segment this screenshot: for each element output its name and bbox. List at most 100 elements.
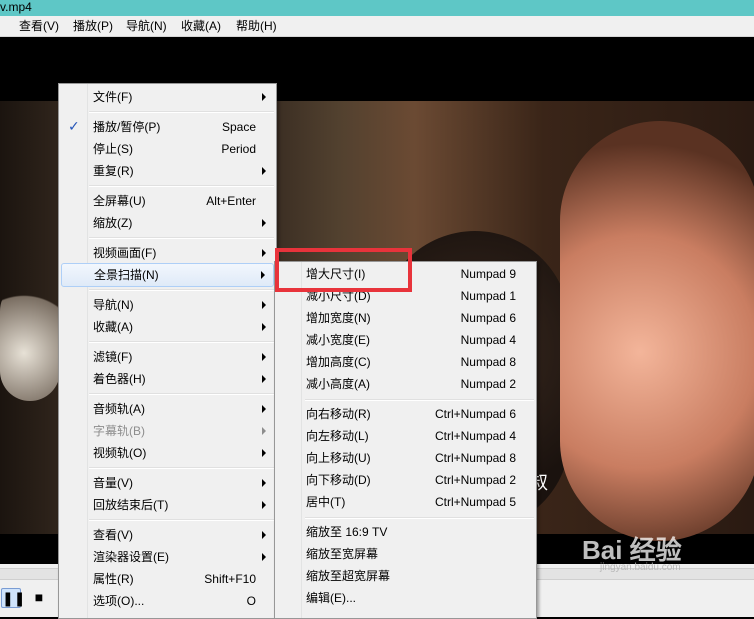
menu-item-move-left[interactable]: 向左移动(L) Ctrl+Numpad 4 [277, 425, 534, 447]
menu-separator [89, 237, 274, 239]
menu-item-move-up[interactable]: 向上移动(U) Ctrl+Numpad 8 [277, 447, 534, 469]
menu-item-shortcut: O [246, 594, 256, 608]
menu-separator [89, 393, 274, 395]
menu-item-options[interactable]: 选项(O)... O [61, 590, 274, 612]
submenu-arrow-icon [262, 249, 266, 257]
menu-item-label: 向上移动(U) [306, 451, 371, 465]
submenu-arrow-icon [262, 375, 266, 383]
menu-item-file[interactable]: 文件(F) [61, 86, 274, 108]
submenu-arrow-icon [262, 449, 266, 457]
menu-item-increase-height[interactable]: 增加高度(C) Numpad 8 [277, 351, 534, 373]
menu-item-label: 文件(F) [93, 90, 133, 104]
menu-item-label: 属性(R) [93, 572, 134, 586]
menu-item-fullscreen[interactable]: 全屏幕(U) Alt+Enter [61, 190, 274, 212]
menu-item-label: 缩放(Z) [93, 216, 133, 230]
menu-item-shortcut: Numpad 6 [460, 311, 516, 325]
menu-item-renderer-settings[interactable]: 渲染器设置(E) [61, 546, 274, 568]
menu-item-label: 视频画面(F) [93, 246, 157, 260]
menu-item-shortcut: Ctrl+Numpad 2 [434, 473, 516, 487]
menu-item-shaders[interactable]: 着色器(H) [61, 368, 274, 390]
menu-item-shortcut: Shift+F10 [204, 572, 256, 586]
menu-item-label: 增加宽度(N) [306, 311, 371, 325]
context-menu: 文件(F) ✓ 播放/暂停(P) Space 停止(S) Period 重复(R… [58, 83, 277, 619]
menu-item-label: 回放结束后(T) [93, 498, 169, 512]
menu-item-video-track[interactable]: 视频轨(O) [61, 442, 274, 464]
menu-item-repeat[interactable]: 重复(R) [61, 160, 274, 182]
menu-item-label: 选项(O)... [93, 594, 145, 608]
menu-item-shortcut: Ctrl+Numpad 6 [434, 407, 516, 421]
pan-scan-submenu: 增大尺寸(I) Numpad 9 减小尺寸(D) Numpad 1 增加宽度(N… [274, 261, 537, 619]
menu-item-filters[interactable]: 滤镜(F) [61, 346, 274, 368]
menu-navigate[interactable]: 导航(N) [126, 18, 167, 34]
menu-item-label: 缩放至超宽屏幕 [306, 569, 391, 583]
menu-item-view[interactable]: 查看(V) [61, 524, 274, 546]
menu-item-favorites[interactable]: 收藏(A) [61, 316, 274, 338]
menu-item-label: 全景扫描(N) [94, 268, 159, 282]
submenu-arrow-icon [262, 323, 266, 331]
menu-item-label: 滤镜(F) [93, 350, 133, 364]
menu-item-center[interactable]: 居中(T) Ctrl+Numpad 5 [277, 491, 534, 513]
menu-item-label: 重复(R) [93, 164, 134, 178]
menu-item-label: 减小宽度(E) [306, 333, 370, 347]
menu-item-label: 减小高度(A) [306, 377, 370, 391]
submenu-arrow-icon [262, 531, 266, 539]
title-bar: v.mp4 [0, 0, 754, 16]
submenu-arrow-icon [262, 405, 266, 413]
submenu-arrow-icon [261, 271, 265, 279]
menu-item-decrease-height[interactable]: 减小高度(A) Numpad 2 [277, 373, 534, 395]
stop-icon[interactable]: ■ [30, 588, 48, 606]
pause-icon[interactable]: ❚❚ [1, 588, 25, 608]
menu-item-label: 着色器(H) [93, 372, 146, 386]
menu-item-play-pause[interactable]: ✓ 播放/暂停(P) Space [61, 116, 274, 138]
submenu-arrow-icon [262, 301, 266, 309]
window-title: v.mp4 [0, 0, 32, 14]
menu-item-label: 全屏幕(U) [93, 194, 146, 208]
menu-item-label: 字幕轨(B) [93, 424, 145, 438]
menu-item-label: 缩放至宽屏幕 [306, 547, 379, 561]
menu-item-pan-scan[interactable]: 全景扫描(N) [61, 263, 274, 287]
menu-view[interactable]: 查看(V) [19, 18, 59, 34]
menu-item-zoom-16-9[interactable]: 缩放至 16:9 TV [277, 521, 534, 543]
submenu-arrow-icon [262, 353, 266, 361]
menu-item-move-down[interactable]: 向下移动(D) Ctrl+Numpad 2 [277, 469, 534, 491]
menu-bar: 查看(V) 播放(P) 导航(N) 收藏(A) 帮助(H) [0, 16, 754, 37]
menu-item-label: 渲染器设置(E) [93, 550, 169, 564]
menu-item-subtitle-track: 字幕轨(B) [61, 420, 274, 442]
menu-item-increase-width[interactable]: 增加宽度(N) Numpad 6 [277, 307, 534, 329]
menu-item-label: 编辑(E)... [306, 591, 356, 605]
menu-item-label: 向左移动(L) [306, 429, 369, 443]
menu-item-label: 停止(S) [93, 142, 133, 156]
menu-item-audio-track[interactable]: 音频轨(A) [61, 398, 274, 420]
menu-item-zoom-ultrawide[interactable]: 缩放至超宽屏幕 [277, 565, 534, 587]
menu-item-shortcut: Period [221, 142, 256, 156]
menu-item-edit[interactable]: 编辑(E)... [277, 587, 534, 609]
submenu-arrow-icon [262, 93, 266, 101]
menu-separator [305, 517, 534, 519]
menu-item-stop[interactable]: 停止(S) Period [61, 138, 274, 160]
submenu-arrow-icon [262, 553, 266, 561]
menu-separator [89, 341, 274, 343]
menu-help[interactable]: 帮助(H) [236, 18, 277, 34]
menu-item-shortcut: Numpad 1 [460, 289, 516, 303]
menu-favorites[interactable]: 收藏(A) [181, 18, 221, 34]
menu-item-move-right[interactable]: 向右移动(R) Ctrl+Numpad 6 [277, 403, 534, 425]
menu-item-label: 音量(V) [93, 476, 133, 490]
menu-item-label: 视频轨(O) [93, 446, 147, 460]
menu-separator [89, 185, 274, 187]
menu-item-label: 查看(V) [93, 528, 133, 542]
menu-play[interactable]: 播放(P) [73, 18, 113, 34]
menu-separator [89, 289, 274, 291]
submenu-arrow-icon [262, 427, 266, 435]
menu-item-volume[interactable]: 音量(V) [61, 472, 274, 494]
menu-item-shortcut: Ctrl+Numpad 8 [434, 451, 516, 465]
menu-item-zoom-widescreen[interactable]: 缩放至宽屏幕 [277, 543, 534, 565]
menu-item-shortcut: Space [221, 120, 256, 134]
menu-item-zoom[interactable]: 缩放(Z) [61, 212, 274, 234]
menu-item-navigate[interactable]: 导航(N) [61, 294, 274, 316]
menu-item-after-playback[interactable]: 回放结束后(T) [61, 494, 274, 516]
menu-item-label: 缩放至 16:9 TV [306, 525, 388, 539]
menu-item-properties[interactable]: 属性(R) Shift+F10 [61, 568, 274, 590]
menu-item-video-frame[interactable]: 视频画面(F) [61, 242, 274, 264]
menu-separator [89, 111, 274, 113]
menu-item-decrease-width[interactable]: 减小宽度(E) Numpad 4 [277, 329, 534, 351]
